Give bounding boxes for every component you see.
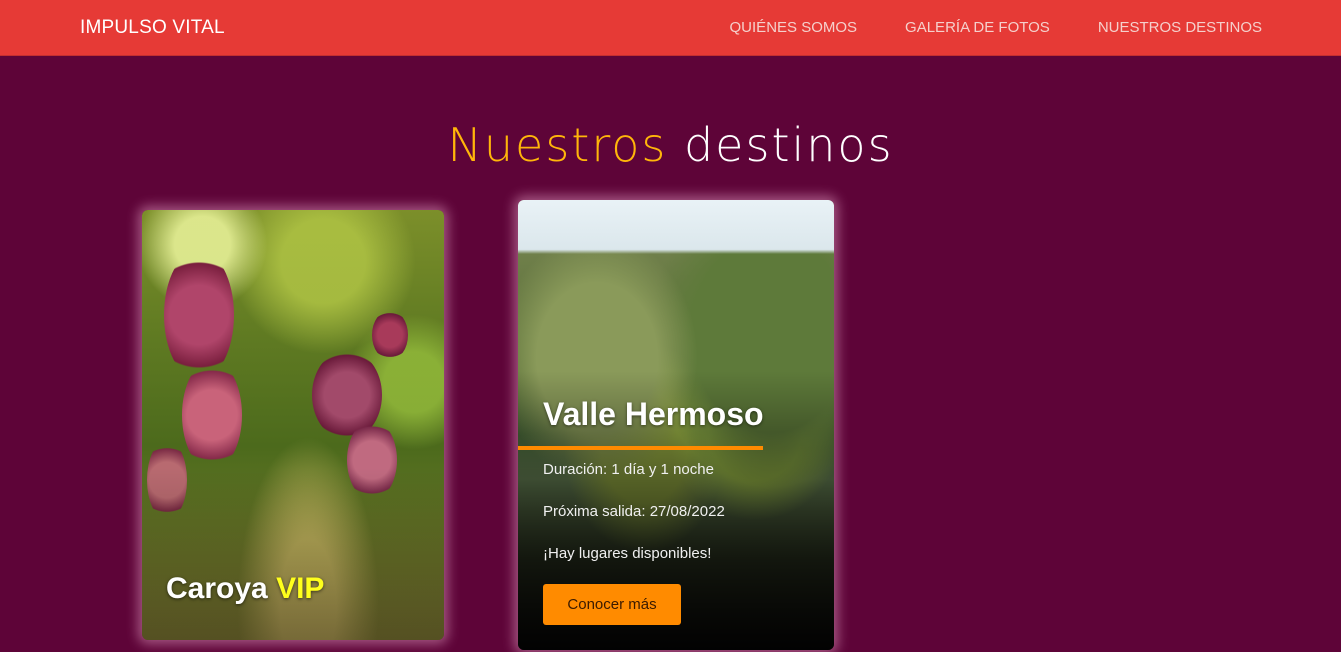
learn-more-button[interactable]: Conocer más — [543, 584, 681, 625]
nav-link-quienes-somos[interactable]: QUIÉNES SOMOS — [730, 19, 858, 36]
nav-link-nuestros-destinos[interactable]: NUESTROS DESTINOS — [1098, 19, 1262, 36]
top-navbar: IMPULSO VITAL QUIÉNES SOMOS GALERÍA DE F… — [0, 0, 1341, 56]
destination-card-valle-hermoso[interactable]: Valle Hermoso Duración: 1 día y 1 noche … — [518, 200, 834, 650]
nav-link-galeria-de-fotos[interactable]: GALERÍA DE FOTOS — [905, 19, 1050, 36]
valle-hermoso-title: Valle Hermoso — [543, 396, 764, 432]
page-title-rest: destinos — [683, 118, 894, 172]
caroya-title: Caroya VIP — [166, 572, 324, 606]
title-underline — [518, 446, 763, 450]
nav-links: QUIÉNES SOMOS GALERÍA DE FOTOS NUESTROS … — [682, 19, 1262, 36]
next-departure: Próxima salida: 27/08/2022 — [543, 503, 725, 520]
trip-duration: Duración: 1 día y 1 noche — [543, 461, 714, 478]
page-title-accent: Nuestros — [447, 118, 668, 172]
page-title: Nuestros destinos — [0, 118, 1341, 172]
destination-card-caroya[interactable]: Caroya VIP — [142, 210, 444, 640]
availability-text: ¡Hay lugares disponibles! — [543, 545, 712, 562]
vip-badge: VIP — [276, 572, 325, 605]
brand-link[interactable]: IMPULSO VITAL — [80, 17, 225, 39]
caroya-name-text: Caroya — [166, 572, 268, 605]
